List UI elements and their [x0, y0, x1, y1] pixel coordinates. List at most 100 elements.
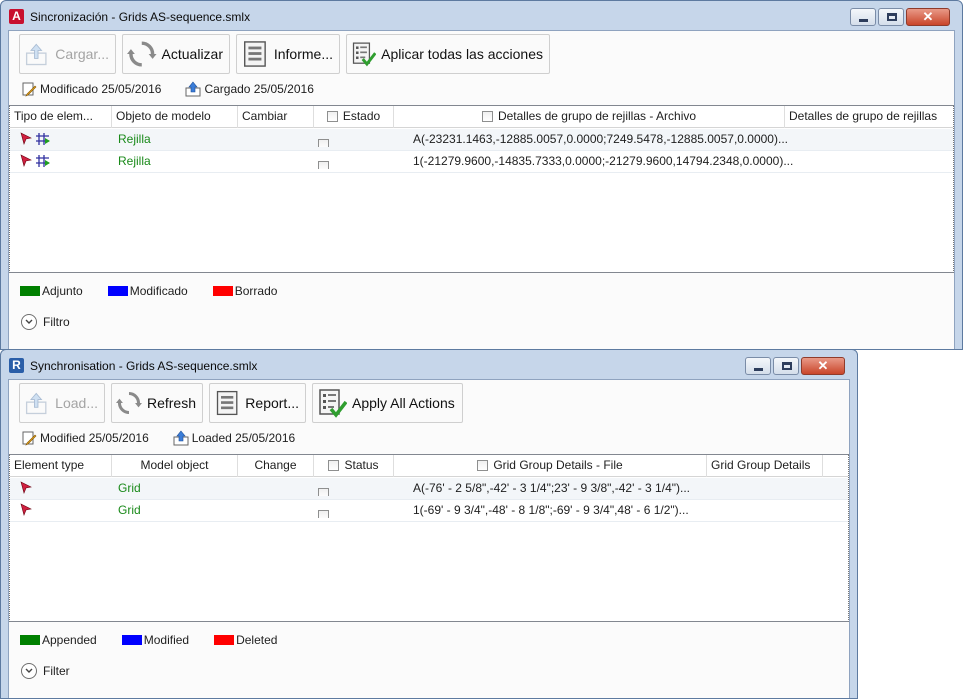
column-status-label: Estado [342, 109, 381, 123]
modified-swatch [107, 286, 128, 296]
status-header-checkbox[interactable] [326, 111, 338, 122]
select-arrow-icon [20, 132, 32, 145]
refresh-icon [127, 41, 157, 67]
column-model-object[interactable]: Objeto de modelo [112, 106, 238, 128]
legend-appended: Appended [20, 633, 97, 647]
table-row[interactable]: Rejilla 1(-21279.9600,-14835.7333,0.0000… [10, 151, 953, 173]
status-checkbox-box [318, 488, 329, 496]
column-status[interactable]: Status [314, 455, 394, 477]
load-arrow-icon [25, 43, 47, 66]
appended-swatch [20, 635, 40, 645]
model-object-cell: Grid [118, 481, 141, 495]
table-row[interactable]: Grid 1(-69' - 9 3/4",-48' - 8 1/8";-69' … [10, 500, 848, 522]
column-status-label: Status [344, 458, 379, 472]
table-row[interactable]: Grid A(-76' - 2 5/8",-42' - 3 1/4";23' -… [10, 478, 848, 500]
sync-grid: Element type Model object Change Status … [9, 454, 849, 622]
refresh-button[interactable]: Refresh [111, 383, 203, 423]
minimize-icon [754, 368, 763, 371]
status-header-checkbox[interactable] [328, 460, 340, 471]
load-button[interactable]: Cargar... [19, 34, 116, 74]
window-controls: ✕ [743, 357, 845, 375]
filter-label: Filter [43, 664, 70, 678]
column-details[interactable]: Detalles de grupo de rejillas [785, 106, 950, 128]
select-arrow-icon [20, 154, 32, 167]
legend-deleted-label: Deleted [236, 633, 278, 647]
title-bar[interactable]: A Sincronización - Grids AS-sequence.sml… [1, 1, 962, 30]
modified-date: Modified 25/05/2016 [40, 431, 149, 445]
apply-checklist-icon [319, 389, 347, 418]
maximize-button[interactable] [773, 357, 799, 375]
sync-window-en: R Synchronisation - Grids AS-sequence.sm… [0, 349, 858, 699]
details-file-cell: A(-76' - 2 5/8",-42' - 3 1/4";23' - 9 3/… [413, 481, 690, 495]
chevron-down-circle-icon [21, 663, 37, 679]
load-label: Load... [55, 395, 98, 411]
details-file-cell: 1(-21279.9600,-14835.7333,0.0000;-21279.… [413, 154, 794, 168]
status-checkbox[interactable] [318, 135, 332, 147]
info-bar: Modificado 25/05/2016 Cargado 25/05/2016 [21, 80, 338, 98]
title-bar[interactable]: R Synchronisation - Grids AS-sequence.sm… [1, 350, 857, 379]
legend-appended-label: Appended [42, 633, 97, 647]
filter-toggle[interactable]: Filter [21, 663, 70, 679]
status-checkbox[interactable] [318, 484, 332, 496]
apply-all-actions-button[interactable]: Apply All Actions [312, 383, 463, 423]
modified-date: Modificado 25/05/2016 [40, 82, 162, 96]
report-icon [216, 390, 238, 416]
pencil-document-icon [22, 431, 37, 446]
deleted-swatch [212, 286, 233, 296]
table-row[interactable]: Rejilla A(-23231.1463,-12885.0057,0.0000… [10, 129, 953, 151]
window-client: Cargar... Actualizar Informe... Aplicar … [8, 30, 955, 349]
window-client: Load... Refresh Report... Apply All Acti… [8, 379, 850, 698]
load-button[interactable]: Load... [19, 383, 105, 423]
upload-document-icon [173, 430, 189, 446]
report-icon [244, 41, 266, 67]
details-file-cell: A(-23231.1463,-12885.0057,0.0000;7249.54… [413, 132, 788, 146]
report-button[interactable]: Report... [209, 383, 306, 423]
filter-label: Filtro [43, 315, 70, 329]
sync-window-es: A Sincronización - Grids AS-sequence.sml… [0, 0, 963, 350]
column-element-type[interactable]: Tipo de elem... [10, 106, 112, 128]
column-details-file-label: Detalles de grupo de rejillas - Archivo [497, 109, 697, 123]
apply-all-actions-button[interactable]: Aplicar todas las acciones [346, 34, 550, 74]
column-details-file[interactable]: Detalles de grupo de rejillas - Archivo [394, 106, 785, 128]
legend-modified: Modificado [107, 284, 188, 298]
details-file-header-checkbox[interactable] [481, 111, 493, 122]
modified-info: Modificado 25/05/2016 [21, 81, 161, 97]
column-change[interactable]: Change [238, 455, 314, 477]
minimize-button[interactable] [745, 357, 771, 375]
close-button[interactable]: ✕ [906, 8, 950, 26]
report-button[interactable]: Informe... [236, 34, 340, 74]
details-file-header-checkbox[interactable] [477, 460, 489, 471]
refresh-icon [116, 391, 142, 415]
column-change[interactable]: Cambiar [238, 106, 314, 128]
legend-appended-label: Adjunto [42, 284, 83, 298]
autocad-app-icon: A [9, 9, 24, 24]
legend-deleted: Borrado [212, 284, 277, 298]
refresh-label: Actualizar [161, 46, 223, 62]
model-object-cell: Grid [118, 503, 141, 517]
column-details-file-label: Grid Group Details - File [493, 458, 623, 472]
apply-label: Apply All Actions [352, 395, 455, 411]
legend: Appended Modified Deleted [20, 633, 302, 647]
load-label: Cargar... [55, 46, 109, 62]
column-details[interactable]: Grid Group Details [707, 455, 823, 477]
column-model-object[interactable]: Model object [112, 455, 238, 477]
upload-document-icon [185, 81, 201, 97]
refresh-button[interactable]: Actualizar [122, 34, 230, 74]
column-element-type[interactable]: Element type [10, 455, 112, 477]
status-checkbox[interactable] [318, 506, 332, 518]
legend-appended: Adjunto [20, 284, 83, 298]
filter-toggle[interactable]: Filtro [21, 314, 70, 330]
column-status[interactable]: Estado [314, 106, 394, 128]
legend: Adjunto Modificado Borrado [20, 284, 302, 298]
column-details-file[interactable]: Grid Group Details - File [394, 455, 707, 477]
minimize-button[interactable] [850, 8, 876, 26]
maximize-button[interactable] [878, 8, 904, 26]
close-button[interactable]: ✕ [801, 357, 845, 375]
legend-modified: Modified [121, 633, 189, 647]
loaded-info: Cargado 25/05/2016 [185, 81, 314, 97]
sync-grid: Tipo de elem... Objeto de modelo Cambiar… [9, 105, 954, 273]
toolbar: Cargar... Actualizar Informe... Aplicar … [19, 34, 556, 74]
toolbar: Load... Refresh Report... Apply All Acti… [19, 383, 469, 423]
status-checkbox[interactable] [318, 157, 332, 169]
maximize-icon [782, 362, 792, 370]
